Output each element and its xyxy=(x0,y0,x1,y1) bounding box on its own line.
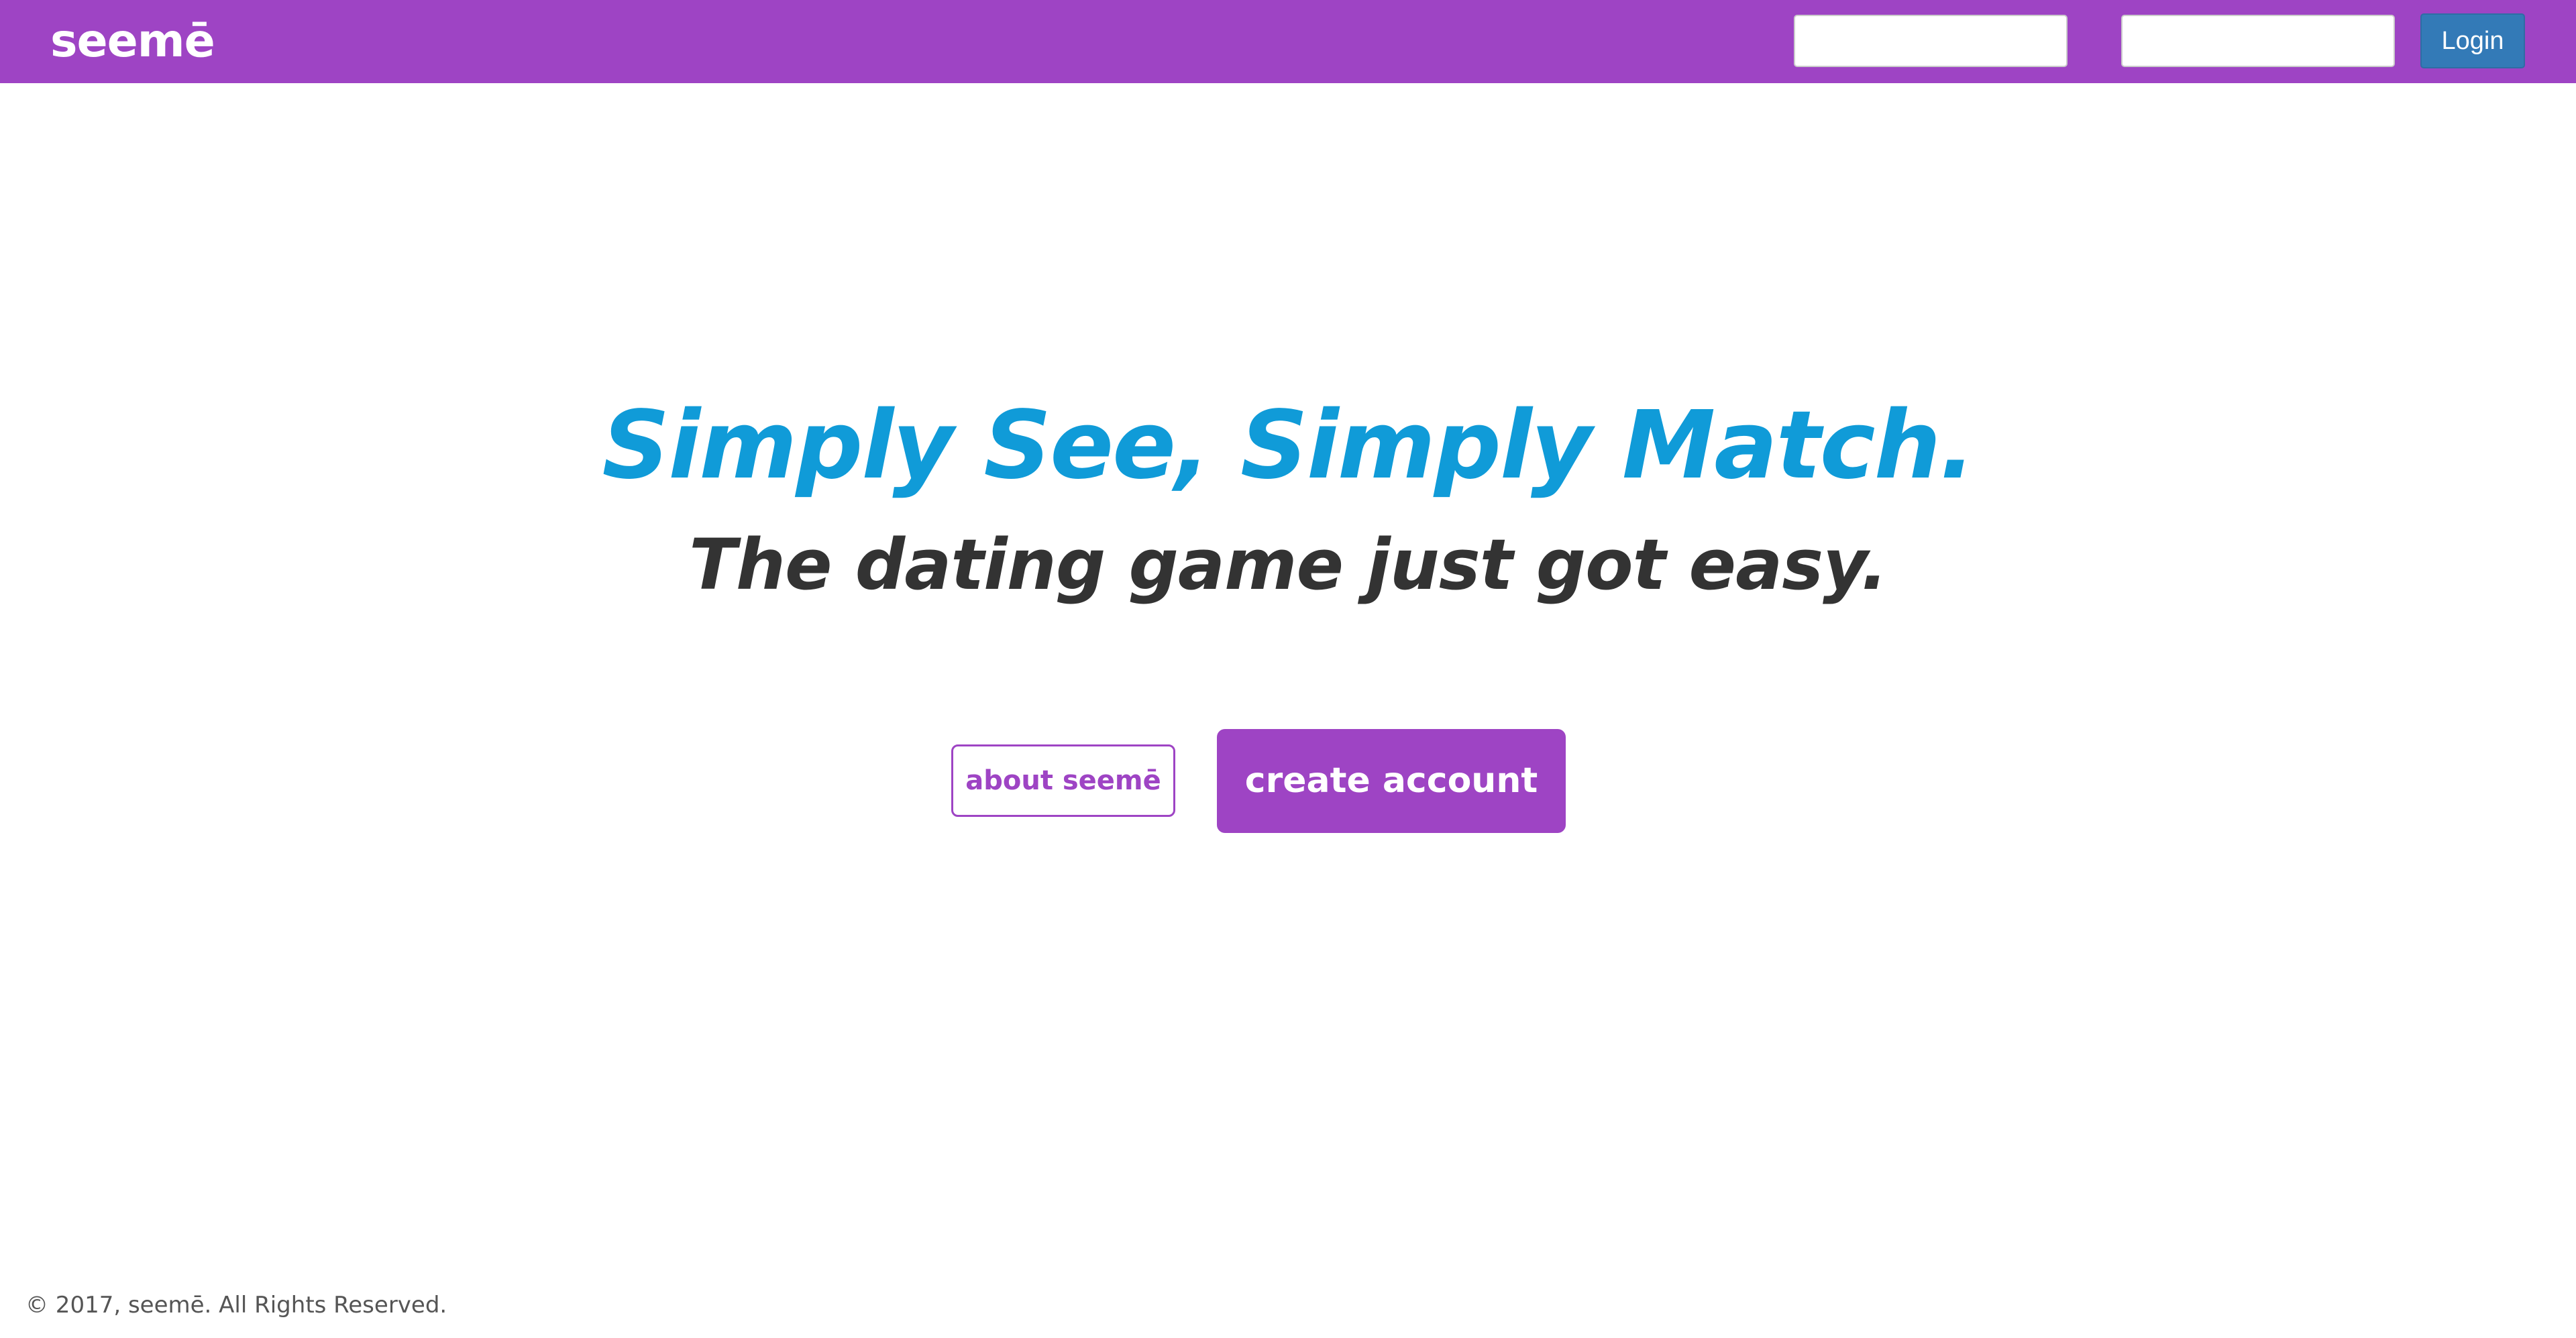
username-input[interactable] xyxy=(1794,15,2068,67)
top-navbar: seemē Login xyxy=(0,0,2576,83)
page: seemē Login Simply See, Simply Match. Th… xyxy=(0,0,2576,1338)
create-account-button[interactable]: create account xyxy=(1217,729,1566,833)
login-button[interactable]: Login xyxy=(2420,13,2525,68)
password-input[interactable] xyxy=(2121,15,2395,67)
about-button[interactable]: about seemē xyxy=(951,744,1175,817)
hero-title: Simply See, Simply Match. xyxy=(602,391,1975,500)
hero-subtitle: The dating game just got easy. xyxy=(689,524,1888,606)
footer-copyright: © 2017, seemē. All Rights Reserved. xyxy=(25,1292,447,1319)
brand-logo[interactable]: seemē xyxy=(50,9,215,74)
